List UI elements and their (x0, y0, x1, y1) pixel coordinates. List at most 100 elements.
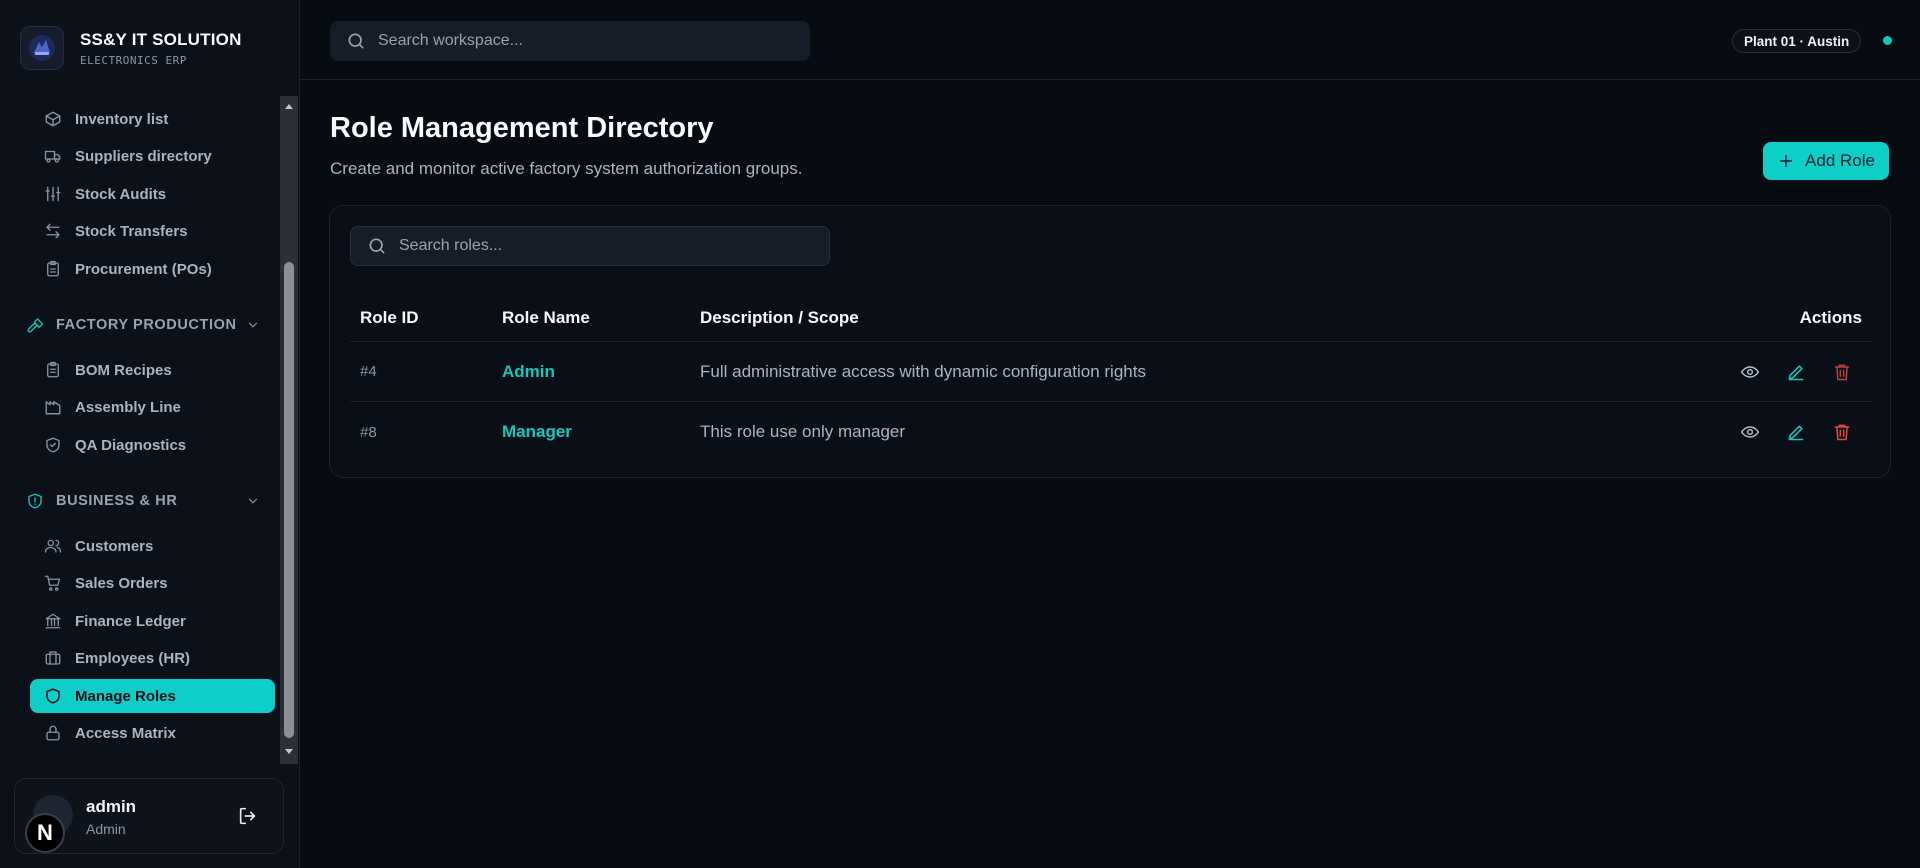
scroll-down-arrow-icon[interactable] (284, 746, 294, 756)
company-logo (20, 26, 64, 70)
sidebar-item-qa-diagnostics[interactable]: QA Diagnostics (30, 428, 275, 462)
arrows-left-right-icon (46, 223, 60, 239)
workspace-search-input[interactable] (378, 32, 778, 50)
sidebar-item-stock-audits[interactable]: Stock Audits (30, 177, 275, 211)
shield-icon (46, 688, 60, 704)
edit-pencil-icon[interactable] (1786, 422, 1806, 442)
plant-badge[interactable]: Plant 01 · Austin (1732, 29, 1862, 53)
user-name: admin (86, 797, 137, 816)
sidebar-item-stock-transfers[interactable]: Stock Transfers (30, 214, 275, 248)
row-actions (1740, 402, 1852, 462)
view-eye-icon[interactable] (1740, 362, 1760, 382)
sidebar-item-inventory-list[interactable]: Inventory list (30, 102, 275, 136)
chevron-down-icon (248, 322, 258, 328)
header-role-id[interactable]: Role ID (360, 294, 419, 341)
role-id: #8 (360, 423, 377, 441)
table-row: #4 Admin Full administrative access with… (350, 342, 1872, 402)
topbar: Plant 01 · Austin (300, 0, 1920, 80)
sidebar-nav: Inventory list Suppliers directory Stock… (0, 96, 280, 760)
sidebar-item-label: Assembly Line (75, 398, 181, 416)
dev-badge[interactable]: N (25, 813, 65, 853)
role-description: Full administrative access with dynamic … (700, 361, 1146, 381)
view-eye-icon[interactable] (1740, 422, 1760, 442)
sidebar-item-label: Employees (HR) (75, 649, 191, 667)
section-factory-production[interactable]: FACTORY PRODUCTION (26, 310, 266, 340)
sidebar-item-label: Access Matrix (75, 724, 176, 742)
section-label: FACTORY PRODUCTION (56, 317, 237, 333)
role-search-input[interactable] (399, 237, 799, 255)
header-role-name[interactable]: Role Name (502, 294, 590, 341)
users-icon (44, 539, 62, 553)
sidebar-item-access-matrix[interactable]: Access Matrix (30, 716, 275, 750)
sidebar-scrollbar[interactable] (280, 96, 298, 764)
sidebar-item-bom-recipes[interactable]: BOM Recipes (30, 353, 275, 387)
sidebar-item-finance-ledger[interactable]: Finance Ledger (30, 604, 275, 638)
sidebar-item-procurement[interactable]: Procurement (POs) (30, 252, 275, 286)
search-icon (348, 33, 364, 49)
roles-table: Role ID Role Name Description / Scope Ac… (350, 294, 1872, 462)
sidebar-item-sales-orders[interactable]: Sales Orders (30, 566, 275, 600)
role-name-link[interactable]: Admin (502, 342, 555, 401)
sliders-icon (45, 186, 61, 202)
brand-title: SS&Y IT SOLUTION (80, 29, 242, 49)
clipboard-list-icon (47, 361, 59, 378)
user-role: Admin (86, 821, 126, 837)
search-icon (369, 238, 385, 254)
role-id: #4 (360, 363, 377, 380)
lock-icon (46, 725, 60, 741)
role-description: This role use only manager (700, 422, 906, 441)
briefcase-icon (45, 651, 61, 665)
brand-subtitle: ELECTRONICS ERP (80, 53, 187, 67)
brand[interactable]: SS&Y IT SOLUTION ELECTRONICS ERP (20, 24, 242, 72)
delete-trash-icon[interactable] (1832, 362, 1852, 382)
table-row: #8 Manager This role use only manager (350, 402, 1872, 462)
scrollbar-thumb[interactable] (284, 262, 294, 738)
add-role-label: Add Role (1805, 151, 1875, 170)
section-business-hr[interactable]: BUSINESS & HR (26, 486, 266, 516)
add-role-button[interactable]: Add Role (1763, 142, 1889, 180)
user-card: N admin Admin (14, 778, 284, 854)
sidebar-item-suppliers[interactable]: Suppliers directory (30, 139, 275, 173)
sidebar-item-employees[interactable]: Employees (HR) (30, 641, 275, 675)
package-icon (45, 111, 61, 127)
sidebar-item-label: Sales Orders (75, 574, 168, 592)
chevron-down-icon (248, 498, 258, 504)
sidebar-item-label: Procurement (POs) (75, 260, 212, 278)
sidebar-item-assembly-line[interactable]: Assembly Line (30, 390, 275, 424)
delete-trash-icon[interactable] (1832, 422, 1852, 442)
plus-icon (1780, 155, 1793, 167)
row-actions (1740, 342, 1852, 401)
sidebar-item-label: Manage Roles (75, 687, 176, 705)
sidebar-item-label: QA Diagnostics (75, 436, 187, 454)
scroll-up-arrow-icon[interactable] (284, 102, 294, 112)
sidebar-item-label: BOM Recipes (75, 361, 172, 379)
edit-pencil-icon[interactable] (1786, 362, 1806, 382)
truck-icon (44, 150, 61, 163)
sidebar-item-manage-roles[interactable]: Manage Roles (30, 679, 275, 713)
sidebar-item-label: Stock Audits (75, 185, 167, 203)
shield-alert-icon (28, 493, 42, 509)
status-indicator (1883, 36, 1892, 45)
role-name-link[interactable]: Manager (502, 402, 572, 462)
clipboard-icon (47, 260, 59, 277)
sidebar-item-label: Suppliers directory (75, 147, 212, 165)
role-search[interactable] (350, 226, 830, 266)
hammer-icon (27, 318, 44, 333)
shield-check-icon (46, 437, 60, 453)
logout-icon[interactable] (237, 805, 259, 827)
sidebar-item-label: Finance Ledger (75, 612, 186, 630)
factory-icon (45, 401, 61, 415)
header-description[interactable]: Description / Scope (700, 294, 859, 341)
sidebar: SS&Y IT SOLUTION ELECTRONICS ERP Invento… (0, 0, 300, 868)
workspace-search[interactable] (330, 21, 810, 61)
sidebar-item-label: Inventory list (75, 110, 169, 128)
header-actions: Actions (1799, 307, 1862, 327)
cart-icon (44, 575, 61, 591)
sidebar-item-customers[interactable]: Customers (30, 529, 275, 563)
page-subtitle: Create and monitor active factory system… (330, 159, 803, 178)
bank-icon (45, 613, 61, 629)
table-header: Role ID Role Name Description / Scope Ac… (350, 294, 1872, 342)
roles-panel: Role ID Role Name Description / Scope Ac… (329, 205, 1891, 478)
page-title: Role Management Directory (330, 112, 714, 144)
sidebar-item-label: Stock Transfers (75, 222, 188, 240)
